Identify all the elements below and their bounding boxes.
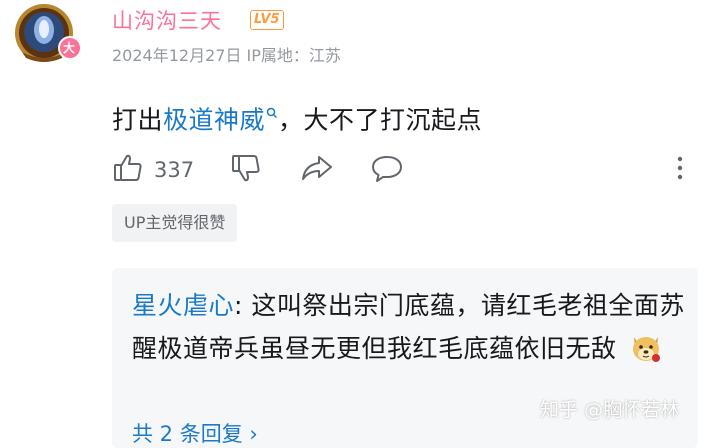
thumbs-up-icon [112,152,144,188]
up-liked-badge: UP主觉得很赞 [112,204,238,242]
reply-button[interactable] [370,152,404,188]
comment-username[interactable]: 山沟沟三天 [112,5,222,35]
comment-content: 打出极道神威 ，大不了打沉起点 [112,96,482,136]
reply-username[interactable]: 星火虐心 [132,291,234,320]
content-prefix: 打出 [112,105,164,135]
keyword-link[interactable]: 极道神威 [163,105,265,134]
content-suffix: ，大不了打沉起点 [278,105,483,135]
avatar-badge: 大 [63,41,76,55]
watermark: 知乎 @胸怀若林 [540,399,680,421]
like-count: 337 [154,158,195,182]
comment-bubble-icon [370,152,404,188]
more-vertical-icon [670,154,690,188]
view-replies-link[interactable]: 共 2 条回复 › [132,418,258,448]
dislike-button[interactable] [230,152,262,188]
thumbs-down-icon [230,152,262,188]
like-button[interactable]: 337 [112,152,194,188]
level-badge: LV5 [250,10,284,30]
comment-actions: 337 [112,150,712,188]
reply-text-block: 星火虐心: 这叫祭出宗门底蕴，请红毛老祖全面苏醒极道帝兵虽昼无更但我红毛底蕴依旧… [132,284,690,376]
share-icon [300,152,334,188]
share-button[interactable] [300,152,334,188]
doge-emoji-icon [629,331,663,376]
more-options-button[interactable] [670,154,690,188]
avatar[interactable]: 大 [14,2,88,64]
search-icon[interactable] [266,96,278,125]
comment-meta: 2024年12月27日 IP属地：江苏 [112,46,341,65]
